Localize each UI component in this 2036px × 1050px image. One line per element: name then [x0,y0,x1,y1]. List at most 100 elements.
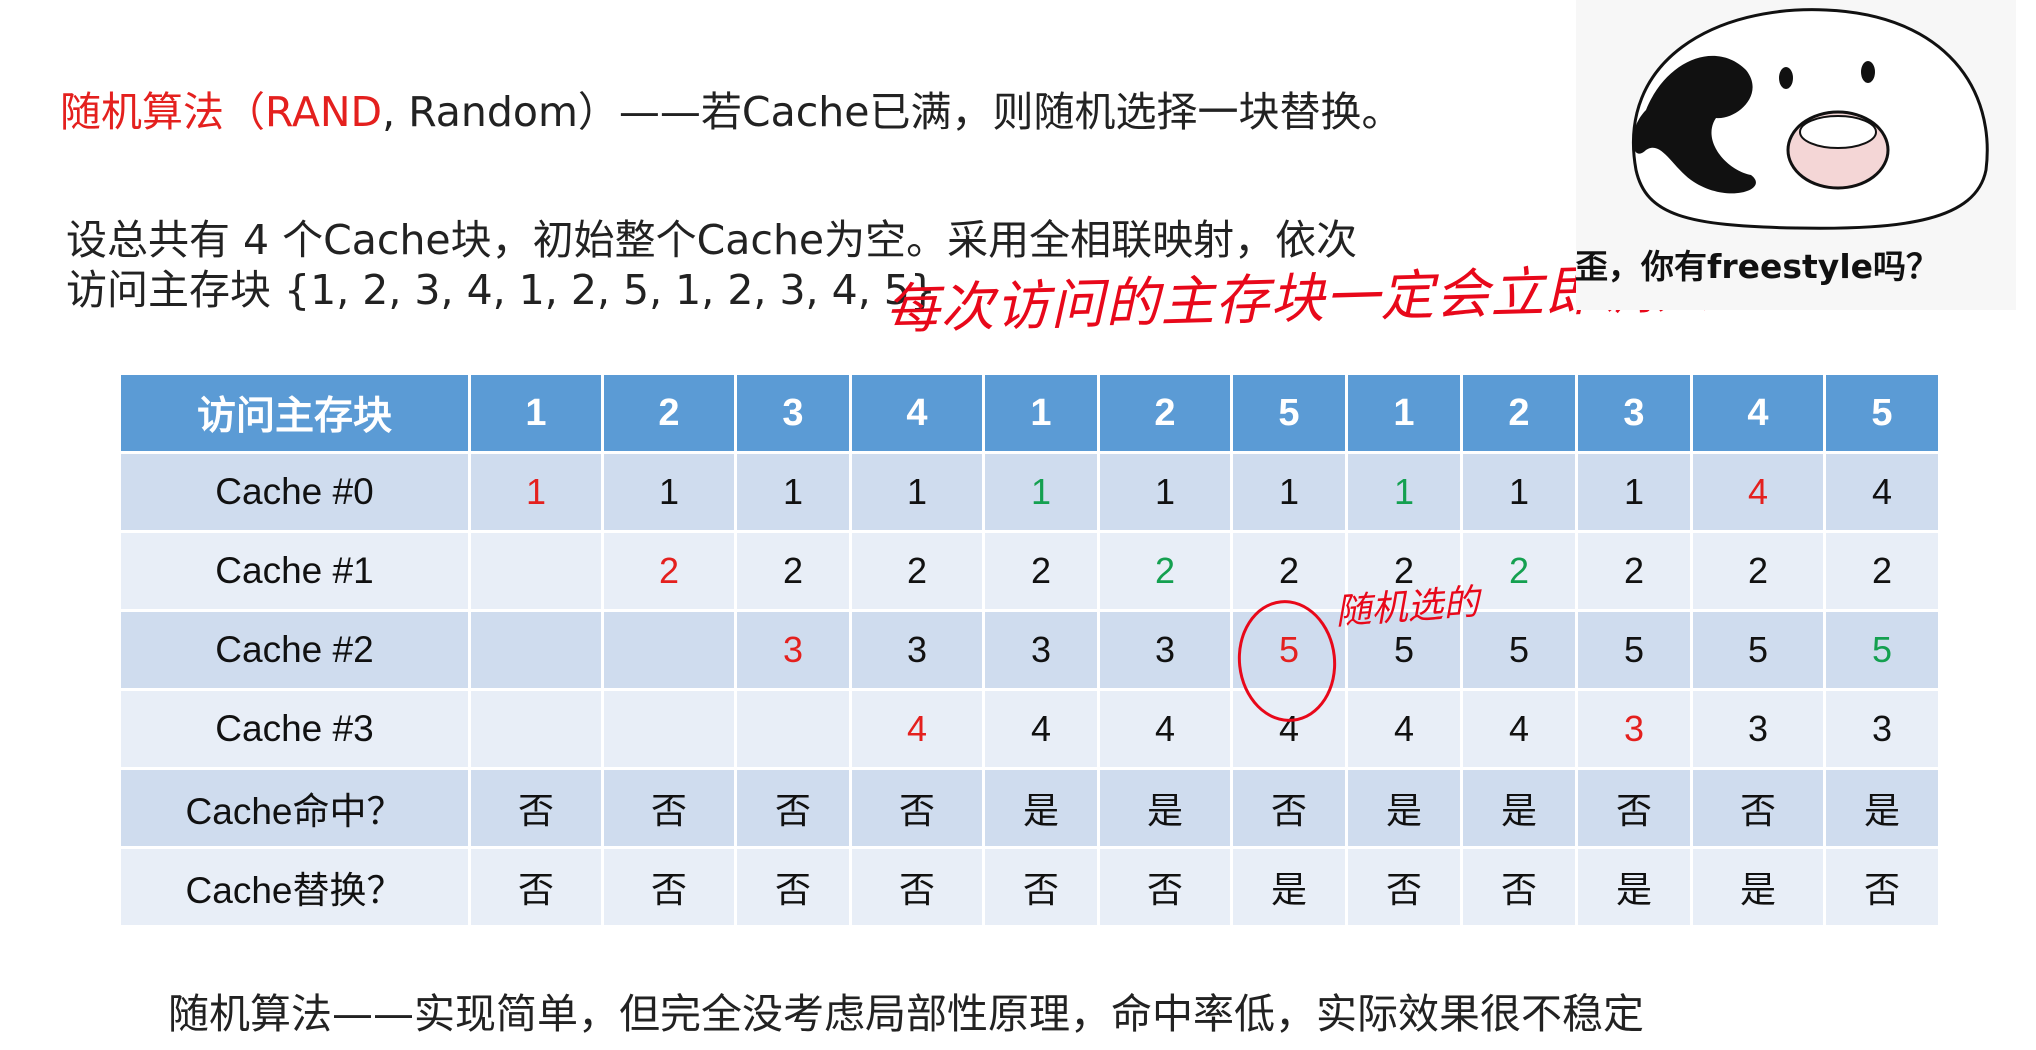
access-header: 5 [1233,375,1345,451]
description-line-2: 访问主存块 {1, 2, 3, 4, 1, 2, 5, 1, 2, 3, 4, … [66,266,936,314]
table-cell: 1 [985,454,1097,530]
table-cell: 1 [1463,454,1575,530]
table-cell: 是 [1826,770,1938,846]
table-cell: 1 [1578,454,1690,530]
table-cell: 1 [471,454,601,530]
table-cell: 2 [737,533,849,609]
table-cell: 2 [1463,533,1575,609]
row-label: Cache命中？ [121,770,468,846]
table-cell: 否 [471,849,601,925]
summary-text: 随机算法——实现简单，但完全没考虑局部性原理，命中率低，实际效果很不稳定 [168,990,1644,1038]
table-cell: 3 [737,612,849,688]
table-row: Cache命中？ 否 否 否 否 是 是 否 是 是 否 否 是 [121,770,1938,846]
table-cell: 否 [852,849,982,925]
table-cell: 1 [852,454,982,530]
access-header: 2 [604,375,734,451]
access-header: 2 [1100,375,1230,451]
table-cell: 是 [1463,770,1575,846]
table-cell: 1 [604,454,734,530]
table-cell: 1 [1233,454,1345,530]
table-cell: 是 [1693,849,1823,925]
table-cell: 否 [604,849,734,925]
row-label: Cache #1 [121,533,468,609]
table-cell: 1 [1348,454,1460,530]
table-cell: 1 [737,454,849,530]
table-cell: 3 [1578,691,1690,767]
table-cell: 否 [737,849,849,925]
table-row: Cache #1 2 2 2 2 2 2 2 2 2 2 2 [121,533,1938,609]
table-cell: 3 [852,612,982,688]
table-cell: 2 [1233,533,1345,609]
title-black-part: , Random）——若Cache已满，则随机选择一块替换。 [382,88,1403,136]
table-cell: 2 [1100,533,1230,609]
table-cell: 是 [1100,770,1230,846]
table-cell [604,691,734,767]
table-cell: 是 [1233,849,1345,925]
table-cell: 否 [471,770,601,846]
table-cell: 2 [1578,533,1690,609]
table-cell [604,612,734,688]
access-header: 3 [1578,375,1690,451]
table-cell: 5 [1826,612,1938,688]
table-cell [737,691,849,767]
slide-title: 随机算法（RAND, Random）——若Cache已满，则随机选择一块替换。 [60,78,1402,138]
table-cell: 4 [1693,454,1823,530]
access-header: 1 [471,375,601,451]
table-row: Cache #3 4 4 4 4 4 4 3 3 3 [121,691,1938,767]
access-header: 4 [852,375,982,451]
table-cell: 5 [1578,612,1690,688]
table-cell: 4 [852,691,982,767]
access-header: 3 [737,375,849,451]
table-cell: 5 [1693,612,1823,688]
table-row: Cache #2 3 3 3 3 5 5 5 5 5 5 [121,612,1938,688]
table-cell: 3 [1100,612,1230,688]
cache-replacement-table: 访问主存块 1 2 3 4 1 2 5 1 2 3 4 5 Cache #0 1… [118,372,1941,928]
table-cell: 2 [985,533,1097,609]
table-cell: 4 [1348,691,1460,767]
meme-caption: 歪，你有freestyle吗？ [1575,247,1940,286]
table-cell [471,612,601,688]
table-row: Cache #0 1 1 1 1 1 1 1 1 1 1 4 4 [121,454,1938,530]
table-cell: 2 [852,533,982,609]
table-cell: 是 [1348,770,1460,846]
table-cell: 是 [1578,849,1690,925]
table-cell: 2 [1693,533,1823,609]
access-header: 4 [1693,375,1823,451]
table-cell: 否 [1693,770,1823,846]
table-cell: 否 [1100,849,1230,925]
table-cell: 否 [737,770,849,846]
table-cell: 否 [1463,849,1575,925]
header-label: 访问主存块 [121,375,468,451]
table-cell: 否 [1233,770,1345,846]
table-cell: 1 [1100,454,1230,530]
title-red-part: 随机算法（RAND [60,88,383,136]
table-cell: 是 [985,770,1097,846]
table-cell: 3 [985,612,1097,688]
table-cell: 2 [604,533,734,609]
table-cell: 3 [1826,691,1938,767]
access-header: 1 [985,375,1097,451]
table-cell: 3 [1693,691,1823,767]
handwritten-side-note: 随机选的 [1333,582,1481,633]
table-cell: 否 [1578,770,1690,846]
table-row: Cache替换？ 否 否 否 否 否 否 是 否 否 是 是 否 [121,849,1938,925]
table-cell: 4 [1100,691,1230,767]
access-header: 2 [1463,375,1575,451]
table-cell: 4 [1463,691,1575,767]
access-header: 1 [1348,375,1460,451]
table-cell: 2 [1826,533,1938,609]
row-label: Cache #3 [121,691,468,767]
table-cell: 否 [1826,849,1938,925]
table-cell: 否 [1348,849,1460,925]
table-cell: 否 [985,849,1097,925]
row-label: Cache #0 [121,454,468,530]
row-label: Cache #2 [121,612,468,688]
row-label: Cache替换？ [121,849,468,925]
access-header: 5 [1826,375,1938,451]
table-cell: 否 [604,770,734,846]
table-cell: 4 [985,691,1097,767]
table-cell: 4 [1826,454,1938,530]
table-cell [471,691,601,767]
table-header-row: 访问主存块 1 2 3 4 1 2 5 1 2 3 4 5 [121,375,1938,451]
table-cell: 否 [852,770,982,846]
